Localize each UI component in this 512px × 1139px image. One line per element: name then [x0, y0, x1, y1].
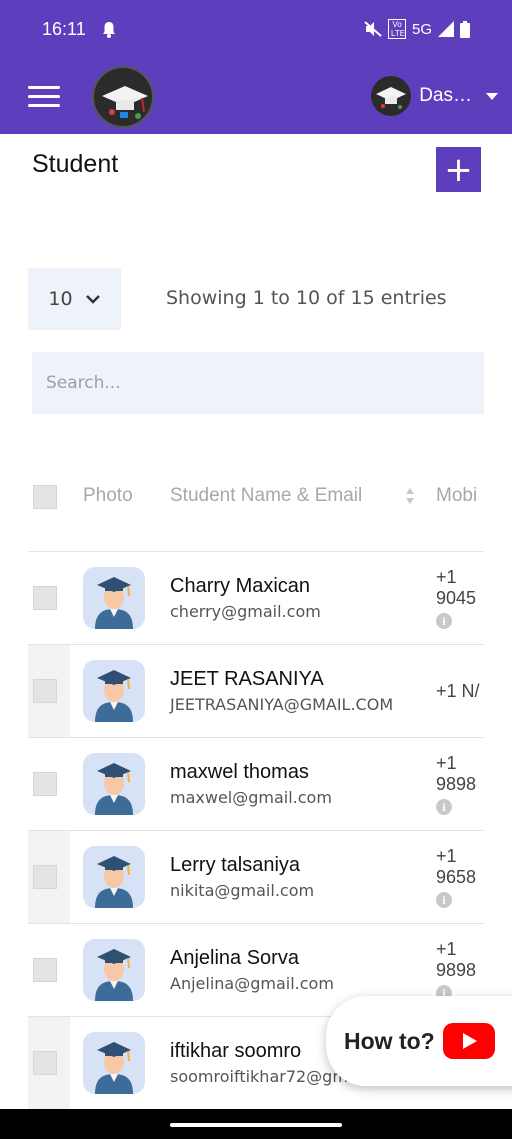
student-mobile: +1 9898 i [436, 939, 477, 1001]
status-icons: Vo LTE 5G [364, 19, 470, 39]
row-checkbox[interactable] [33, 865, 57, 889]
student-email: Anjelina@gmail.com [170, 974, 334, 993]
student-graduate-icon [95, 670, 133, 722]
signal-icon [438, 21, 454, 37]
student-avatar [83, 660, 145, 722]
select-all-checkbox[interactable] [33, 485, 57, 509]
page-length-select[interactable]: 10 [28, 268, 121, 330]
profile-name: Das… [419, 85, 472, 106]
info-icon[interactable]: i [436, 892, 452, 908]
hamburger-menu-icon[interactable] [28, 86, 60, 108]
table-row[interactable]: JEET RASANIYA JEETRASANIYA@GMAIL.COM +1 … [28, 645, 484, 738]
student-mobile: +1 9658 i [436, 846, 477, 908]
student-graduate-icon [95, 949, 133, 1001]
row-checkbox[interactable] [33, 679, 57, 703]
student-name: JEET RASANIYA [170, 668, 324, 690]
graduation-cap-icon [102, 86, 148, 119]
mute-icon [364, 21, 382, 37]
column-mobile[interactable]: Mobi [436, 485, 477, 507]
chevron-down-icon [85, 295, 100, 304]
student-email: maxwel@gmail.com [170, 788, 332, 807]
student-name: Charry Maxican [170, 575, 311, 597]
student-avatar [83, 1032, 145, 1094]
student-avatar [83, 939, 145, 1001]
student-name: Lerry talsaniya [170, 854, 301, 876]
student-mobile: +1 9898 i [436, 753, 477, 815]
status-time: 16:11 [42, 19, 86, 39]
student-graduate-icon [95, 856, 133, 908]
table-row[interactable]: maxwel thomas maxwel@gmail.com +1 9898 i [28, 738, 484, 831]
sort-icon[interactable] [405, 487, 415, 505]
student-email: cherry@gmail.com [170, 602, 321, 621]
youtube-play-icon [442, 1023, 495, 1059]
profile-avatar [371, 76, 412, 116]
page-title: Student [32, 150, 119, 178]
how-to-video-button[interactable]: How to? [326, 996, 512, 1086]
row-checkbox[interactable] [33, 586, 57, 610]
student-email: soomroiftikhar72@gm [170, 1067, 348, 1086]
student-email: JEETRASANIYA@GMAIL.COM [170, 695, 394, 714]
student-avatar [83, 846, 145, 908]
student-email: nikita@gmail.com [170, 881, 315, 900]
search-input[interactable] [32, 352, 484, 414]
table-row[interactable]: Lerry talsaniya nikita@gmail.com +1 9658… [28, 831, 484, 924]
volte-icon: Vo LTE [387, 19, 406, 39]
dropdown-caret-icon [486, 92, 498, 100]
info-icon[interactable]: i [436, 613, 452, 629]
system-navigation-bar [0, 1109, 512, 1139]
school-logo[interactable] [92, 66, 154, 128]
student-name: Anjelina Sorva [170, 947, 299, 969]
student-graduate-icon [95, 577, 133, 629]
student-avatar [83, 753, 145, 815]
page-length-value: 10 [48, 288, 73, 310]
how-to-label: How to? [344, 1027, 435, 1054]
profile-menu[interactable]: Das… [371, 76, 498, 116]
row-checkbox[interactable] [33, 772, 57, 796]
student-name: maxwel thomas [170, 761, 309, 783]
info-icon[interactable]: i [436, 799, 452, 815]
student-mobile: +1 9045 i [436, 567, 477, 629]
student-graduate-icon [95, 1042, 133, 1094]
student-mobile: +1 N/ [436, 681, 480, 701]
app-bar: Das… [0, 62, 512, 134]
student-avatar [83, 567, 145, 629]
student-name: iftikhar soomro [170, 1040, 302, 1062]
entries-info: Showing 1 to 10 of 15 entries [166, 287, 447, 309]
home-gesture-handle[interactable] [170, 1123, 342, 1127]
row-checkbox[interactable] [33, 958, 57, 982]
network-type: 5G [411, 20, 432, 38]
notification-bell-icon [103, 22, 115, 38]
table-header: Photo Student Name & Email Mobi [28, 460, 484, 552]
add-student-button[interactable]: + [436, 147, 481, 192]
student-graduate-icon [95, 763, 133, 815]
status-bar: 16:11 Vo LTE 5G [0, 0, 512, 62]
battery-icon [460, 20, 470, 38]
column-photo[interactable]: Photo [83, 485, 133, 507]
row-checkbox[interactable] [33, 1051, 57, 1075]
column-name-email[interactable]: Student Name & Email [170, 485, 362, 507]
table-row[interactable]: Charry Maxican cherry@gmail.com +1 9045 … [28, 552, 484, 645]
